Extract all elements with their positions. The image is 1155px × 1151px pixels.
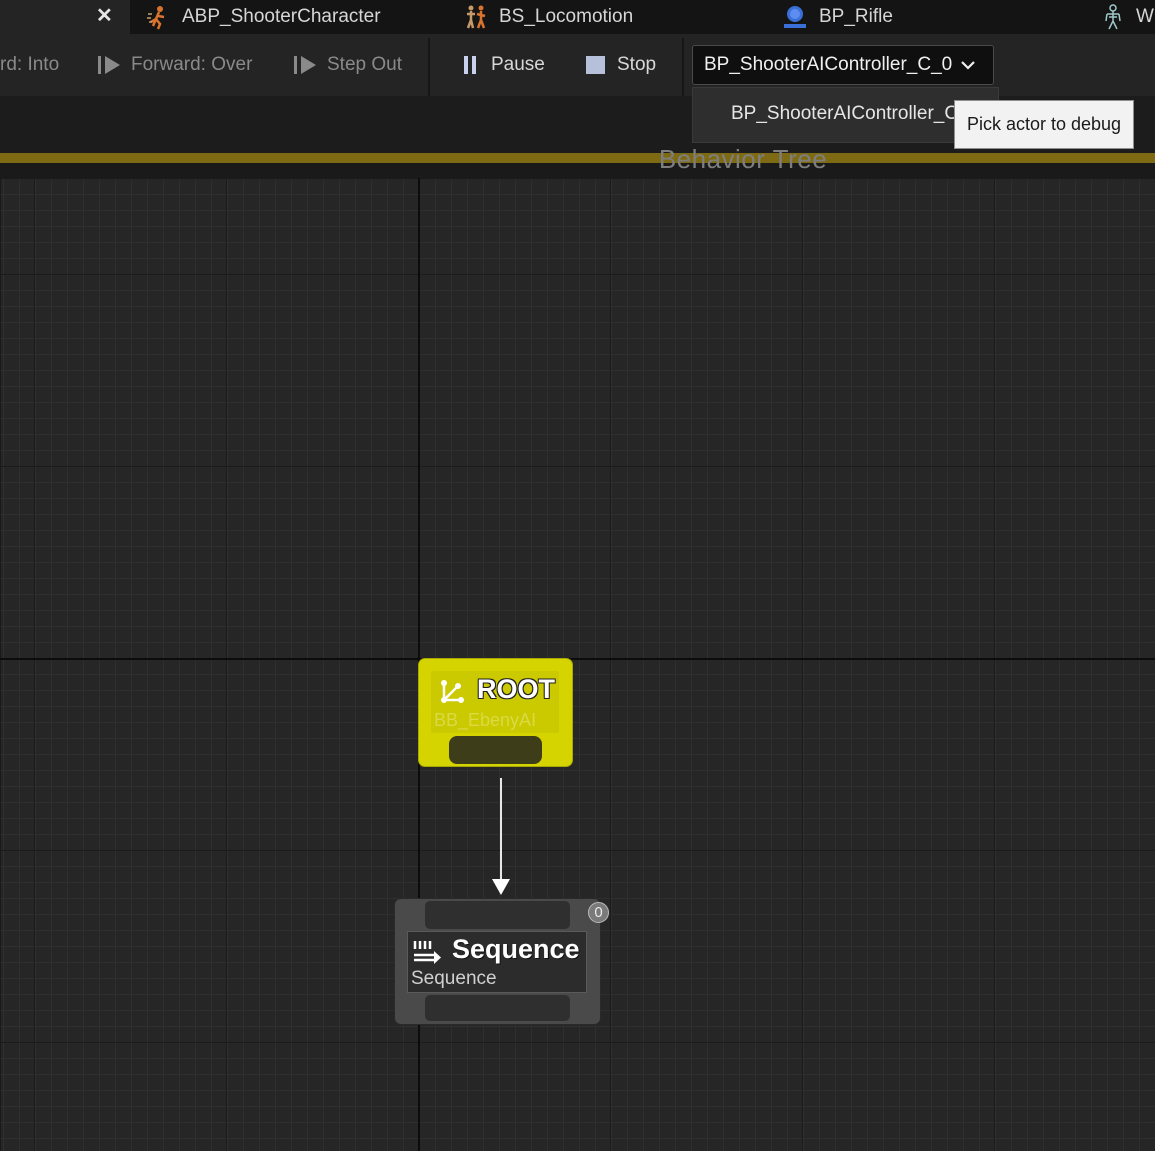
tab-active[interactable]: ✕ [0,0,130,34]
grid-line [226,178,227,1151]
sequence-output-pin[interactable] [425,995,570,1021]
tab-label: BP_Rifle [819,6,893,27]
grid-line [0,850,1155,851]
grid-line [994,178,995,1151]
animation-blueprint-icon [147,6,165,30]
tab-bs-locomotion[interactable]: BS_Locomotion [463,0,633,34]
debug-actor-select[interactable]: BP_ShooterAIController_C_0 [692,45,994,85]
execution-index-badge: 0 [588,902,609,923]
debug-actor-dropdown: BP_ShooterAIController_C_0 [692,87,999,143]
sequence-node-subtitle: Sequence [411,968,497,989]
grid-line [0,1042,1155,1043]
root-node[interactable]: ROOT BB_EbenyAI [419,659,572,766]
connection-arrow [492,879,510,895]
document-tab-bar: ✕ ABP_ShooterCharacter BS_Locomotion BP_… [0,0,1155,34]
tree-root-icon [441,680,464,703]
sequence-icon [413,941,441,964]
step-over-button[interactable]: Forward: Over [97,48,252,82]
pause-button[interactable]: Pause [461,48,545,82]
sequence-node-title: Sequence [452,934,580,964]
sequence-node-body: Sequence Sequence [407,931,587,993]
grid-line [0,466,1155,467]
toolbar-separator [682,38,684,96]
blendspace-icon [466,5,486,29]
step-out-icon [294,56,316,74]
tab-bp-rifle[interactable]: BP_Rifle [781,0,893,34]
skeleton-icon [1105,4,1121,30]
blueprint-actor-icon [784,6,806,28]
grid-line [610,178,611,1151]
grid-line [802,178,803,1151]
close-tab-icon[interactable]: ✕ [96,3,113,28]
root-node-blackboard: BB_EbenyAI [434,710,537,730]
step-into-button[interactable]: rd: Into [0,48,59,82]
tab-label: W [1136,6,1154,27]
tab-w[interactable]: W [1100,0,1154,34]
grid-line [0,274,1155,275]
tab-abp-shootercharacter[interactable]: ABP_ShooterCharacter [146,0,381,34]
pause-label: Pause [491,54,545,75]
pause-icon [464,56,476,74]
step-into-label: rd: Into [0,54,60,75]
grid-line [34,178,35,1151]
graph-origin-horizontal [0,658,1155,660]
root-output-pin[interactable] [449,736,542,764]
tab-label: BS_Locomotion [499,6,634,27]
step-forward-icon [98,56,120,74]
debug-actor-value: BP_ShooterAIController_C_0 [704,54,953,75]
stop-button[interactable]: Stop [585,48,656,82]
sequence-input-pin[interactable] [425,901,570,929]
step-out-label: Step Out [327,54,402,75]
stop-label: Stop [617,54,657,75]
sequence-node[interactable]: Sequence Sequence 0 [395,899,609,1024]
tooltip: Pick actor to debug [954,100,1134,149]
step-over-label: Forward: Over [131,54,253,75]
dropdown-option[interactable]: BP_ShooterAIController_C_0 [731,103,979,125]
toolbar-separator [428,38,430,96]
tab-label: ABP_ShooterCharacter [182,6,381,27]
step-out-button[interactable]: Step Out [293,48,402,82]
chevron-down-icon [961,61,975,70]
node-connection [500,778,502,882]
stop-icon [586,56,605,74]
root-node-title: ROOT [477,674,555,704]
